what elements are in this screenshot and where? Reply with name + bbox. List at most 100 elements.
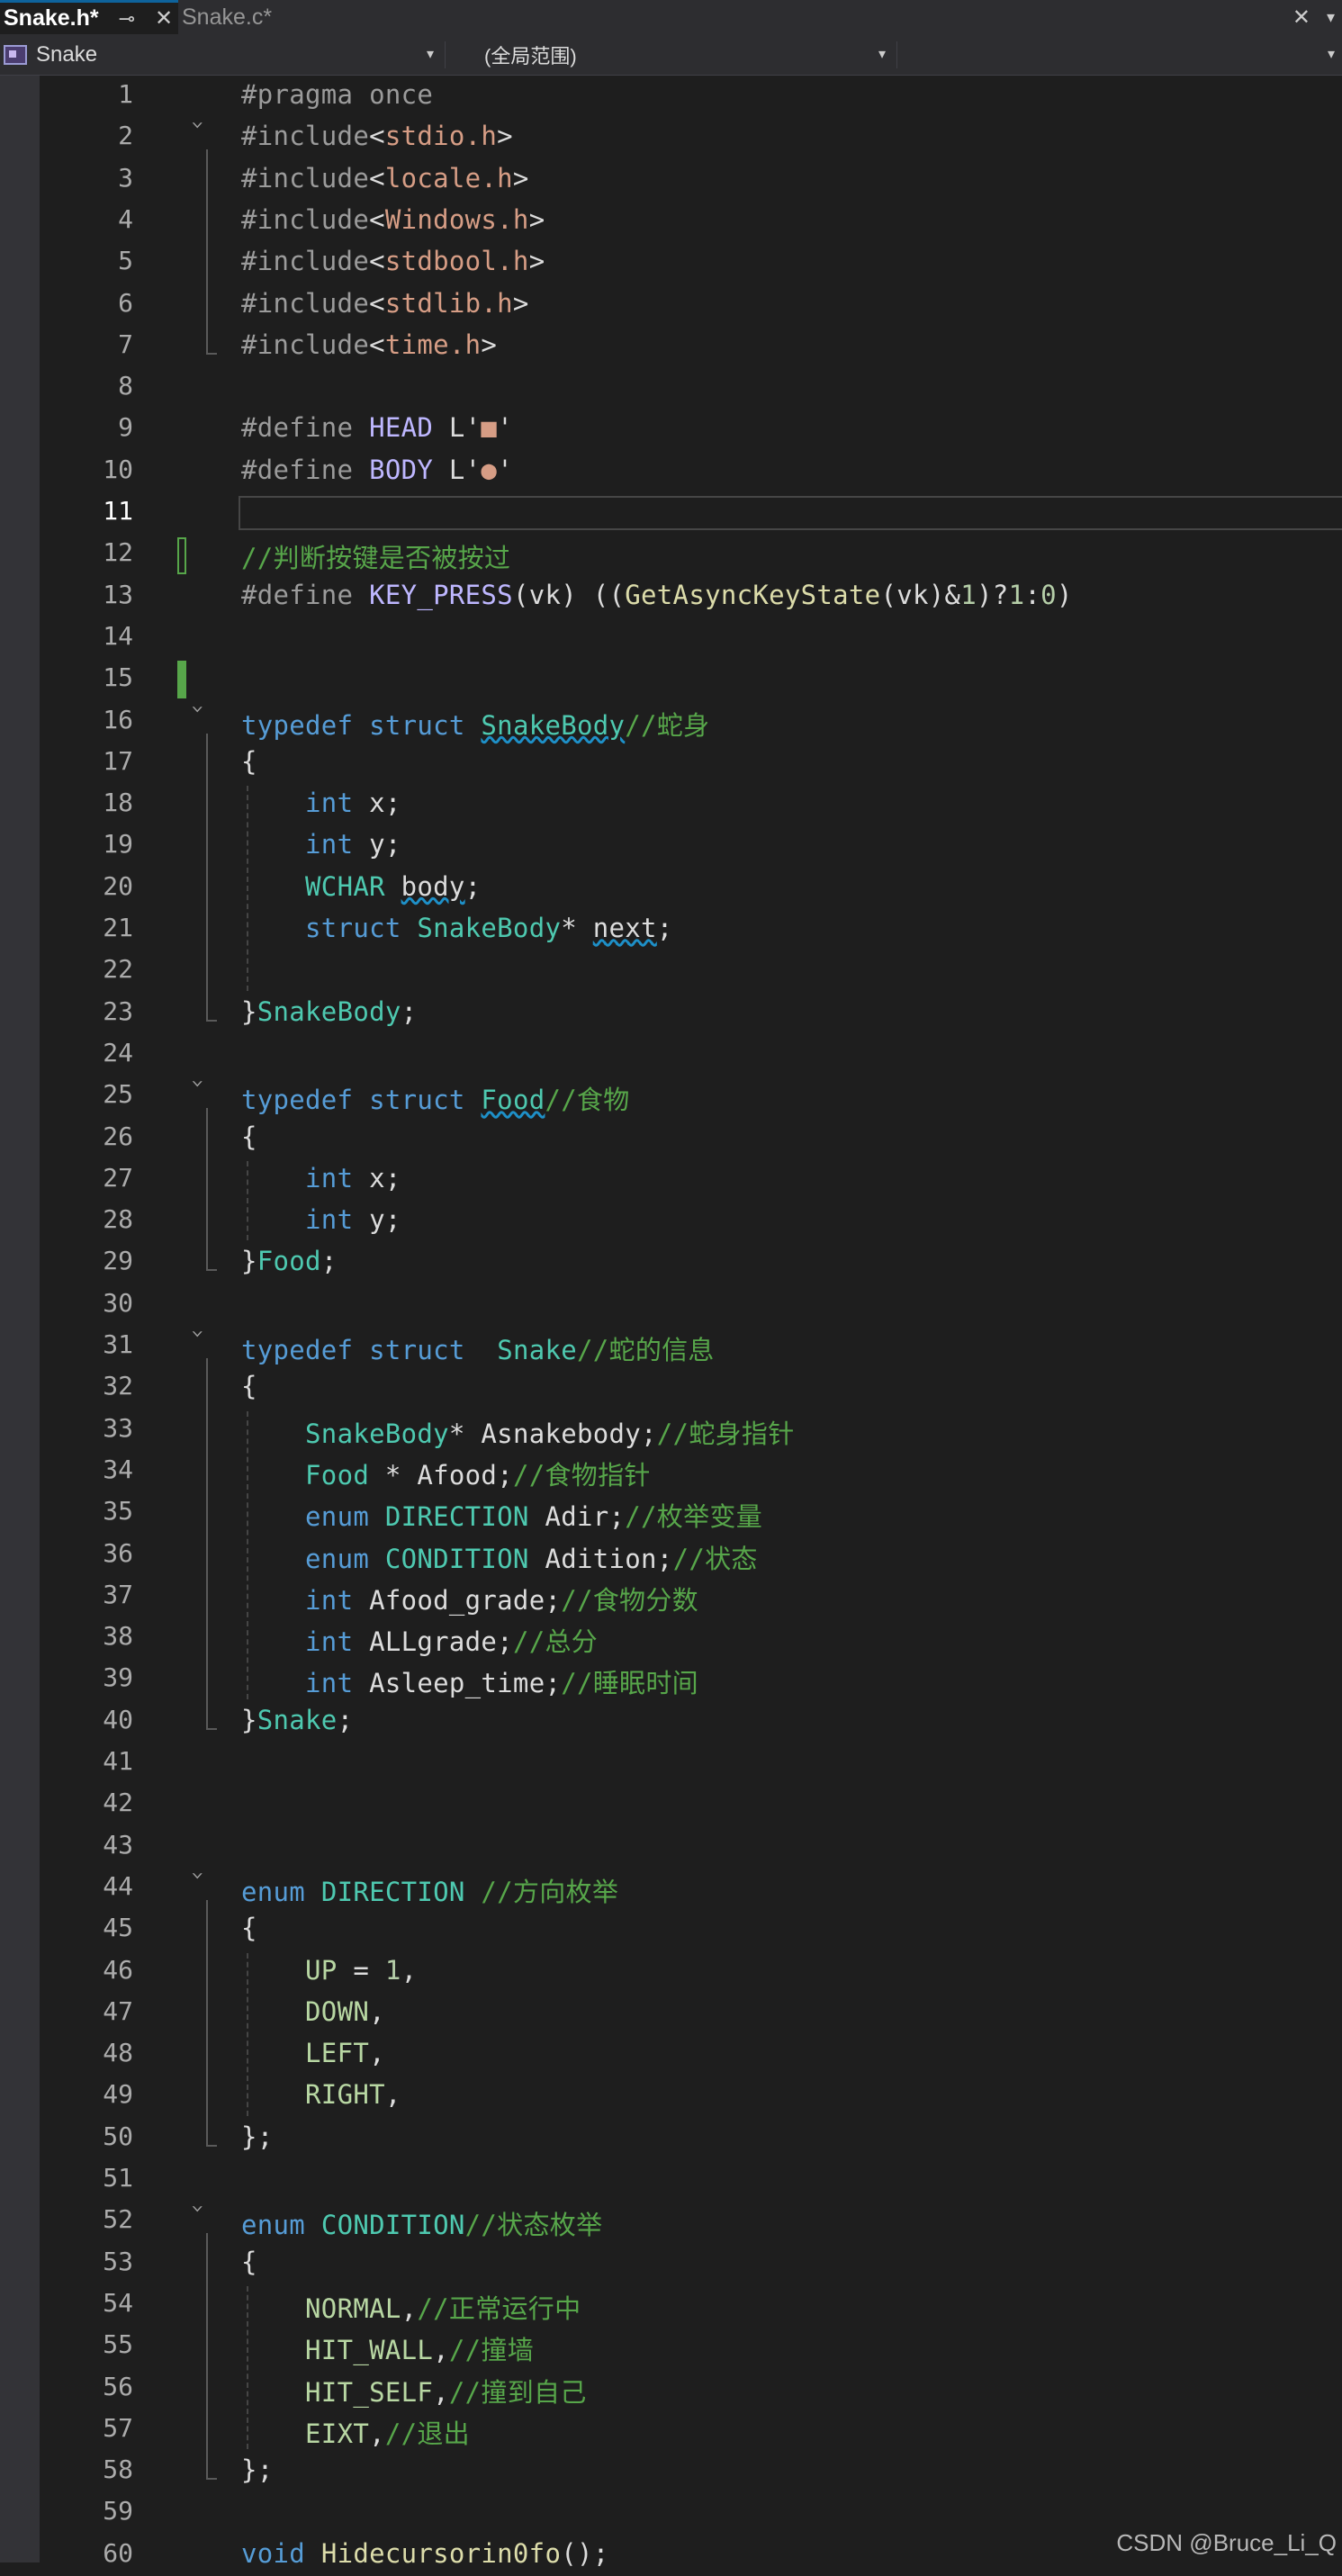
code-line[interactable]: 40}Snake; bbox=[40, 1701, 1342, 1743]
code-line[interactable]: 16 typedef struct SnakeBody//蛇身 bbox=[40, 701, 1342, 743]
line-number: 46 bbox=[103, 1954, 133, 1985]
code-line[interactable]: 2 #include<stdio.h> bbox=[40, 117, 1342, 158]
code-line[interactable]: 56 HIT_SELF,//撞到自己 bbox=[40, 2368, 1342, 2409]
outline-region-line bbox=[206, 733, 217, 1020]
line-number: 8 bbox=[118, 371, 133, 401]
collapse-region-icon[interactable]: ⌄ bbox=[191, 695, 203, 714]
code-line[interactable]: 43 bbox=[40, 1826, 1342, 1868]
collapse-region-icon[interactable]: ⌄ bbox=[191, 1070, 203, 1089]
collapse-region-icon[interactable]: ⌄ bbox=[191, 1861, 203, 1880]
code-line[interactable]: 47 DOWN, bbox=[40, 1993, 1342, 2034]
code-line[interactable]: 37 int Afood_grade;//食物分数 bbox=[40, 1576, 1342, 1617]
selection-margin[interactable] bbox=[0, 76, 40, 2562]
code-line[interactable]: 14 bbox=[40, 617, 1342, 659]
code-text: RIGHT, bbox=[305, 2079, 401, 2111]
line-number: 59 bbox=[103, 2496, 133, 2526]
code-text: #include<stdlib.h> bbox=[241, 287, 529, 319]
code-line[interactable]: 33 SnakeBody* Asnakebody;//蛇身指针 bbox=[40, 1410, 1342, 1451]
code-line[interactable]: 26 { bbox=[40, 1118, 1342, 1159]
code-line[interactable]: 8 bbox=[40, 367, 1342, 409]
code-line[interactable]: 52 enum CONDITION//状态枚举 bbox=[40, 2201, 1342, 2242]
line-number: 6 bbox=[118, 287, 133, 318]
line-number: 58 bbox=[103, 2454, 133, 2485]
code-line[interactable]: 54 NORMAL,//正常运行中 bbox=[40, 2284, 1342, 2326]
code-line[interactable]: 48 LEFT, bbox=[40, 2034, 1342, 2076]
collapse-region-icon[interactable]: ⌄ bbox=[191, 1320, 203, 1339]
code-line[interactable]: 39 int Asleep_time;//睡眠时间 bbox=[40, 1659, 1342, 1700]
line-number: 51 bbox=[103, 2163, 133, 2193]
pin-icon[interactable]: ⊸ bbox=[119, 7, 135, 31]
code-line[interactable]: 36 enum CONDITION Adition;//状态 bbox=[40, 1535, 1342, 1576]
code-line[interactable]: 28 int y; bbox=[40, 1201, 1342, 1242]
tab-snake-c[interactable]: Snake.c* bbox=[178, 0, 354, 34]
code-line[interactable]: 50}; bbox=[40, 2118, 1342, 2159]
code-line[interactable]: 27 int x; bbox=[40, 1159, 1342, 1201]
tab-snake-h[interactable]: Snake.h* ⊸ ✕ bbox=[0, 0, 178, 34]
code-line[interactable]: 35 enum DIRECTION Adir;//枚举变量 bbox=[40, 1492, 1342, 1534]
code-line[interactable]: 1 #pragma once bbox=[40, 76, 1342, 117]
line-number: 40 bbox=[103, 1704, 133, 1734]
close-all-icon[interactable]: ✕ bbox=[1292, 5, 1310, 31]
code-line[interactable]: 20 WCHAR body; bbox=[40, 868, 1342, 909]
code-line[interactable]: 4 #include<Windows.h> bbox=[40, 201, 1342, 242]
code-line[interactable]: 55 HIT_WALL,//撞墙 bbox=[40, 2326, 1342, 2367]
code-line[interactable]: 10 #define BODY L'●' bbox=[40, 451, 1342, 492]
scope-dropdown[interactable]: (全局范围) ▾ bbox=[450, 38, 893, 72]
code-line[interactable]: 22 bbox=[40, 950, 1342, 992]
code-line[interactable]: 24 bbox=[40, 1034, 1342, 1076]
indent-guide bbox=[247, 1410, 248, 1699]
code-line[interactable]: 51 bbox=[40, 2159, 1342, 2201]
code-line[interactable]: 58}; bbox=[40, 2451, 1342, 2492]
line-number: 20 bbox=[103, 870, 133, 901]
code-line[interactable]: 31 typedef struct Snake//蛇的信息 bbox=[40, 1326, 1342, 1367]
code-text: int ALLgrade;//总分 bbox=[305, 1626, 599, 1658]
code-line[interactable]: 42 bbox=[40, 1784, 1342, 1825]
member-dropdown[interactable]: ▾ bbox=[900, 38, 1342, 72]
code-text: DOWN, bbox=[305, 1995, 385, 2027]
code-line[interactable]: 21 struct SnakeBody* next; bbox=[40, 909, 1342, 950]
code-line[interactable]: 18 int x; bbox=[40, 784, 1342, 825]
outline-region-line bbox=[206, 149, 217, 353]
code-line[interactable]: 17 { bbox=[40, 743, 1342, 784]
close-icon[interactable]: ✕ bbox=[155, 5, 173, 32]
code-text: typedef struct SnakeBody//蛇身 bbox=[241, 709, 710, 741]
code-line[interactable]: 32 { bbox=[40, 1367, 1342, 1409]
code-text: int Asleep_time;//睡眠时间 bbox=[305, 1668, 698, 1699]
code-line[interactable]: 34 Food * Afood;//食物指针 bbox=[40, 1451, 1342, 1492]
code-line[interactable]: 13 #define KEY_PRESS(vk) ((GetAsyncKeySta… bbox=[40, 576, 1342, 617]
code-text: enum DIRECTION Adir;//枚举变量 bbox=[305, 1501, 763, 1533]
code-line[interactable]: 6 #include<stdlib.h> bbox=[40, 284, 1342, 326]
code-line[interactable]: 45 { bbox=[40, 1909, 1342, 1950]
code-line[interactable]: 7 #include<time.h> bbox=[40, 326, 1342, 367]
code-line[interactable]: 38 int ALLgrade;//总分 bbox=[40, 1617, 1342, 1659]
code-line[interactable]: 46 UP = 1, bbox=[40, 1951, 1342, 1993]
indent-guide bbox=[247, 786, 248, 991]
code-line[interactable]: 49 RIGHT, bbox=[40, 2076, 1342, 2117]
collapse-region-icon[interactable]: ⌄ bbox=[191, 2195, 203, 2214]
code-line[interactable]: 44 enum DIRECTION //方向枚举 bbox=[40, 1868, 1342, 1909]
change-marker-saved bbox=[177, 537, 186, 574]
code-line[interactable]: 25 typedef struct Food//食物 bbox=[40, 1076, 1342, 1117]
code-line[interactable]: 59 bbox=[40, 2492, 1342, 2534]
code-line[interactable]: 29}Food; bbox=[40, 1242, 1342, 1283]
dropdown-icon[interactable]: ▾ bbox=[1327, 8, 1335, 27]
code-line[interactable]: 12 //判断按键是否被按过 bbox=[40, 534, 1342, 575]
line-number: 32 bbox=[103, 1371, 133, 1401]
code-line[interactable]: 30 bbox=[40, 1284, 1342, 1326]
code-text: enum CONDITION//状态枚举 bbox=[241, 2210, 603, 2241]
code-editor[interactable]: 1 #pragma once 2 #include<stdio.h> 3 #include… bbox=[40, 76, 1342, 2569]
project-dropdown[interactable]: Snake ▾ bbox=[0, 38, 441, 72]
code-text: HIT_SELF,//撞到自己 bbox=[305, 2376, 587, 2408]
code-line[interactable]: 19 int y; bbox=[40, 825, 1342, 867]
code-line[interactable]: 15 bbox=[40, 659, 1342, 700]
code-line[interactable]: 23}SnakeBody; bbox=[40, 993, 1342, 1034]
chevron-down-icon: ▾ bbox=[1327, 47, 1335, 62]
code-line[interactable]: 41 bbox=[40, 1743, 1342, 1784]
code-line[interactable]: 53 { bbox=[40, 2243, 1342, 2284]
code-line[interactable]: 3 #include<locale.h> bbox=[40, 159, 1342, 201]
code-line[interactable]: 11 bbox=[40, 492, 1342, 534]
collapse-region-icon[interactable]: ⌄ bbox=[191, 112, 203, 131]
code-line[interactable]: 5 #include<stdbool.h> bbox=[40, 242, 1342, 284]
code-line[interactable]: 57 EIXT,//退出 bbox=[40, 2409, 1342, 2451]
code-line[interactable]: 9 #define HEAD L'■' bbox=[40, 409, 1342, 450]
